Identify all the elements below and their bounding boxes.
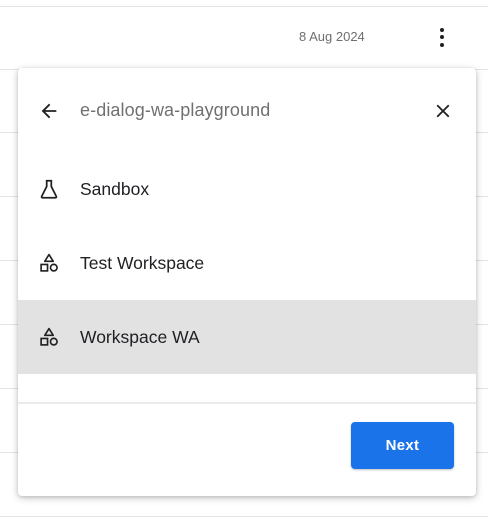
dialog-footer-divider bbox=[18, 402, 476, 404]
category-icon bbox=[40, 327, 58, 346]
arrow-back-icon[interactable] bbox=[38, 100, 60, 122]
more-vert-icon[interactable] bbox=[432, 22, 452, 52]
list-item-label: Workspace WA bbox=[80, 326, 200, 347]
list-item-label: Test Workspace bbox=[80, 252, 205, 273]
dialog-title: e-dialog-wa-playground bbox=[80, 100, 271, 120]
category-icon bbox=[40, 253, 58, 272]
list-divider bbox=[0, 6, 488, 7]
beaker-icon bbox=[40, 179, 58, 199]
list-item-workspace-wa[interactable]: Workspace WA bbox=[18, 300, 476, 374]
list-item-test-workspace[interactable]: Test Workspace bbox=[18, 226, 476, 300]
dialog-header: e-dialog-wa-playground bbox=[18, 68, 476, 152]
close-icon[interactable] bbox=[432, 100, 454, 122]
page: 8 Aug 2024 e-dialog-wa-playground Sandbo… bbox=[0, 0, 488, 523]
workspace-list: Sandbox Test Workspace Workspace WA bbox=[18, 152, 476, 374]
list-item-sandbox[interactable]: Sandbox bbox=[18, 152, 476, 226]
next-button[interactable]: Next bbox=[351, 422, 454, 469]
row-date: 8 Aug 2024 bbox=[299, 29, 365, 44]
list-divider bbox=[0, 516, 488, 517]
workspace-picker-dialog: e-dialog-wa-playground Sandbox Test Work… bbox=[18, 68, 476, 496]
list-item-label: Sandbox bbox=[80, 178, 150, 199]
